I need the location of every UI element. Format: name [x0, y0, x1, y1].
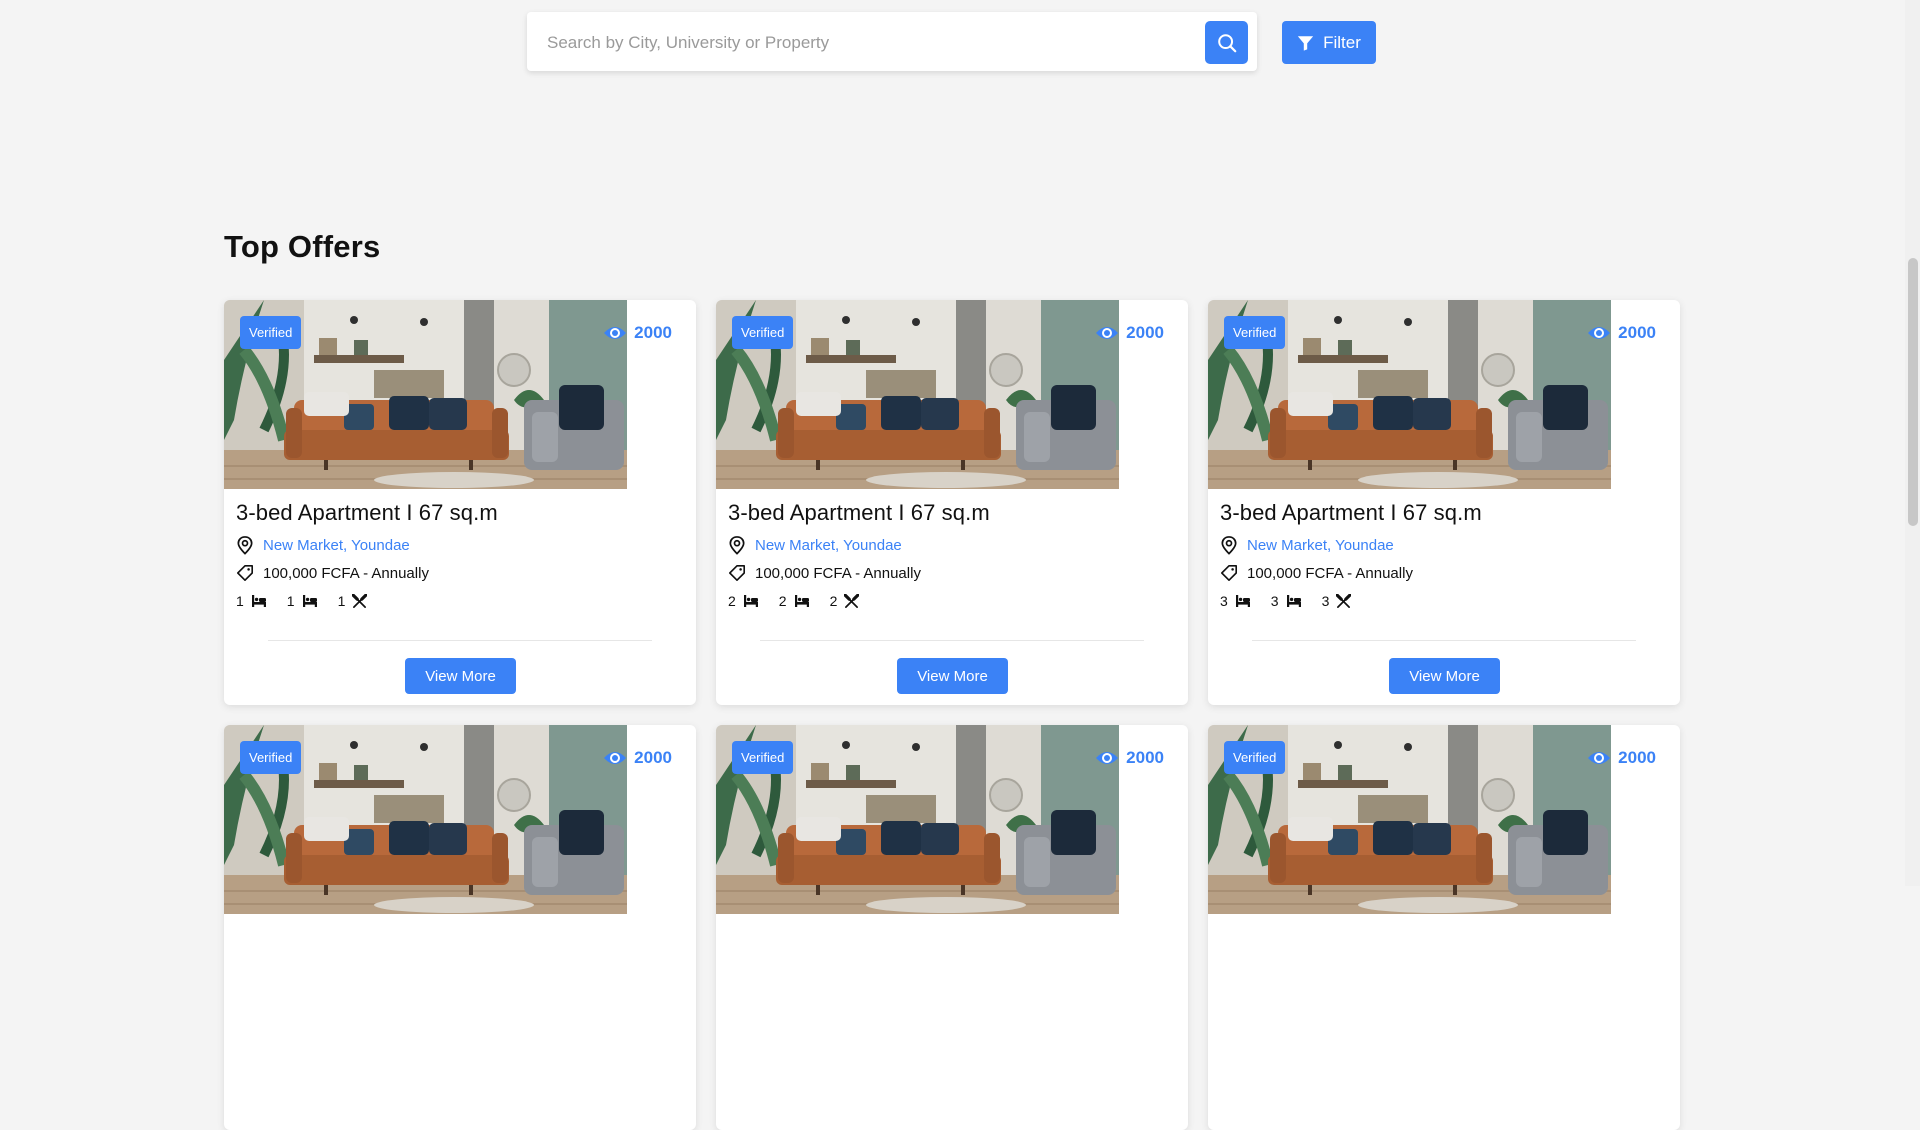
- listing-card: Verified 2000: [1208, 725, 1680, 1130]
- listing-price: 100,000 FCFA - Annually: [728, 564, 921, 582]
- amenity-count: 3: [1220, 593, 1228, 609]
- views-eye-icon: [1096, 327, 1119, 339]
- listing-location[interactable]: New Market, Youndae: [1220, 536, 1394, 555]
- price-tag-icon: [728, 564, 746, 582]
- verified-badge: Verified: [732, 316, 794, 349]
- location-pin-icon: [237, 536, 253, 555]
- listing-card: Verified 2000 3-bed Apartment I 67 sq.m …: [1208, 300, 1680, 705]
- listing-card: Verified 2000: [224, 725, 696, 1130]
- filter-icon: [1297, 35, 1314, 51]
- filter-button[interactable]: Filter: [1282, 21, 1376, 64]
- price-tag-icon: [236, 564, 254, 582]
- listing-location-text[interactable]: New Market, Youndae: [755, 537, 902, 554]
- verified-badge: Verified: [240, 316, 302, 349]
- listing-price: 100,000 FCFA - Annually: [1220, 564, 1413, 582]
- card-divider: [760, 640, 1144, 641]
- amenity-kitchens: 2: [830, 593, 860, 609]
- listing-card: Verified 2000 3-bed Apartment I 67 sq.m …: [716, 300, 1188, 705]
- view-more-button[interactable]: View More: [897, 658, 1008, 694]
- views-eye-icon: [1096, 752, 1119, 764]
- page-scrollbar[interactable]: [1905, 0, 1920, 886]
- view-more-button[interactable]: View More: [405, 658, 516, 694]
- view-more-button[interactable]: View More: [1389, 658, 1500, 694]
- amenity-count: 1: [236, 593, 244, 609]
- location-pin-icon: [1221, 536, 1237, 555]
- listing-card: Verified 2000 3-bed Apartment I 67 sq.m …: [224, 300, 696, 705]
- amenity-count: 1: [286, 593, 295, 609]
- section-title: Top Offers: [224, 229, 381, 264]
- amenity-count: 2: [778, 593, 787, 609]
- amenity-beds: 1: [287, 593, 318, 609]
- amenity-count: 3: [1321, 593, 1330, 609]
- listing-price-text: 100,000 FCFA - Annually: [755, 564, 921, 582]
- scrollbar-thumb[interactable]: [1908, 258, 1918, 526]
- amenity-bedrooms: 2: [728, 593, 759, 609]
- amenity-beds: 2: [779, 593, 810, 609]
- amenity-count: 1: [337, 593, 346, 609]
- views-eye-icon: [604, 752, 627, 764]
- views-eye-icon: [1588, 327, 1611, 339]
- views-count-value: 2000: [634, 323, 672, 342]
- amenity-bedrooms: 1: [236, 593, 267, 609]
- kitchen-utensils-icon: [352, 593, 368, 608]
- card-divider: [268, 640, 652, 641]
- search-bar: [527, 12, 1257, 71]
- listing-location-text[interactable]: New Market, Youndae: [263, 537, 410, 554]
- bed-icon: [1235, 595, 1250, 607]
- listing-price: 100,000 FCFA - Annually: [236, 564, 429, 582]
- views-count: 2000: [1095, 323, 1164, 343]
- listing-amenities: 1 1 1: [236, 593, 387, 609]
- listing-amenities: 2 2 2: [728, 593, 879, 609]
- verified-badge: Verified: [1224, 741, 1286, 774]
- views-count: 2000: [603, 748, 672, 768]
- listing-title[interactable]: 3-bed Apartment I 67 sq.m: [1220, 500, 1482, 526]
- views-count: 2000: [1095, 748, 1164, 768]
- bed-icon: [794, 595, 809, 607]
- listing-location[interactable]: New Market, Youndae: [236, 536, 410, 555]
- kitchen-utensils-icon: [844, 593, 860, 608]
- amenity-beds: 3: [1271, 593, 1302, 609]
- views-eye-icon: [604, 327, 627, 339]
- views-count-value: 2000: [634, 748, 672, 767]
- verified-badge: Verified: [732, 741, 794, 774]
- card-divider: [1252, 640, 1636, 641]
- amenity-kitchens: 1: [338, 593, 368, 609]
- search-input[interactable]: [545, 26, 1149, 60]
- listing-location[interactable]: New Market, Youndae: [728, 536, 902, 555]
- bed-icon: [1286, 595, 1301, 607]
- amenity-count: 3: [1270, 593, 1279, 609]
- verified-badge: Verified: [240, 741, 302, 774]
- amenity-bedrooms: 3: [1220, 593, 1251, 609]
- listings-grid: Verified 2000 3-bed Apartment I 67 sq.m …: [224, 300, 1680, 1130]
- views-count-value: 2000: [1126, 323, 1164, 342]
- views-count: 2000: [1587, 748, 1656, 768]
- bed-icon: [302, 595, 317, 607]
- amenity-kitchens: 3: [1322, 593, 1352, 609]
- kitchen-utensils-icon: [1336, 593, 1352, 608]
- verified-badge: Verified: [1224, 316, 1286, 349]
- filter-button-label: Filter: [1323, 32, 1361, 52]
- views-count-value: 2000: [1126, 748, 1164, 767]
- listing-title[interactable]: 3-bed Apartment I 67 sq.m: [728, 500, 990, 526]
- amenity-count: 2: [728, 593, 736, 609]
- search-button[interactable]: [1205, 21, 1248, 64]
- listing-location-text[interactable]: New Market, Youndae: [1247, 537, 1394, 554]
- views-count-value: 2000: [1618, 748, 1656, 767]
- views-eye-icon: [1588, 752, 1611, 764]
- bed-icon: [251, 595, 266, 607]
- views-count: 2000: [1587, 323, 1656, 343]
- location-pin-icon: [729, 536, 745, 555]
- listing-price-text: 100,000 FCFA - Annually: [1247, 564, 1413, 582]
- search-icon: [1217, 33, 1236, 52]
- listing-price-text: 100,000 FCFA - Annually: [263, 564, 429, 582]
- listing-title[interactable]: 3-bed Apartment I 67 sq.m: [236, 500, 498, 526]
- amenity-count: 2: [829, 593, 838, 609]
- price-tag-icon: [1220, 564, 1238, 582]
- listing-amenities: 3 3 3: [1220, 593, 1371, 609]
- listing-card: Verified 2000: [716, 725, 1188, 1130]
- views-count-value: 2000: [1618, 323, 1656, 342]
- views-count: 2000: [603, 323, 672, 343]
- bed-icon: [743, 595, 758, 607]
